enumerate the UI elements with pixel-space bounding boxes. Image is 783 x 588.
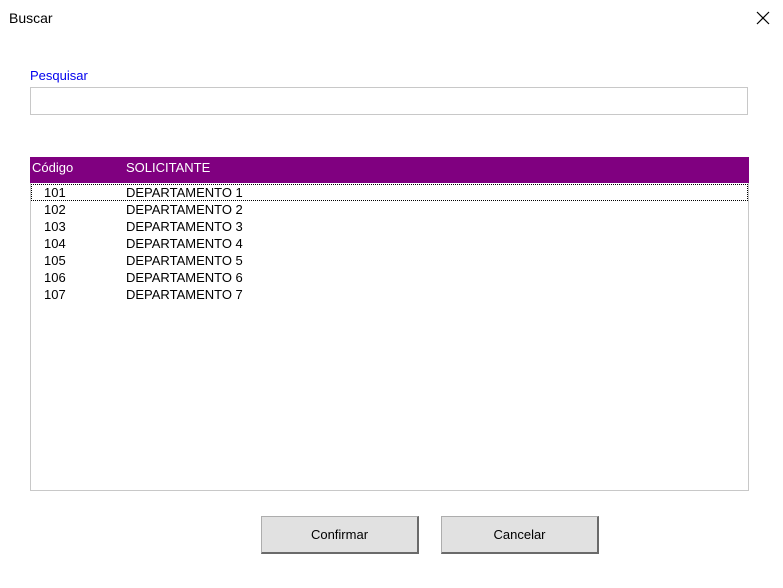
list-item-code: 101 xyxy=(44,185,66,200)
list-item-requester: DEPARTAMENTO 4 xyxy=(126,236,243,251)
list-item-code: 107 xyxy=(44,287,66,302)
list-item-requester: DEPARTAMENTO 1 xyxy=(126,185,243,200)
search-input[interactable] xyxy=(30,87,748,115)
list-item[interactable]: 105 DEPARTAMENTO 5 xyxy=(31,252,748,269)
list-item-requester: DEPARTAMENTO 2 xyxy=(126,202,243,217)
results-list[interactable]: 101 DEPARTAMENTO 1 102 DEPARTAMENTO 2 10… xyxy=(30,183,749,491)
list-item[interactable]: 107 DEPARTAMENTO 7 xyxy=(31,286,748,303)
list-item-requester: DEPARTAMENTO 6 xyxy=(126,270,243,285)
window-title: Buscar xyxy=(9,10,53,26)
list-item[interactable]: 104 DEPARTAMENTO 4 xyxy=(31,235,748,252)
confirm-button[interactable]: Confirmar xyxy=(261,516,419,554)
list-item-requester: DEPARTAMENTO 5 xyxy=(126,253,243,268)
list-item-code: 103 xyxy=(44,219,66,234)
cancel-button[interactable]: Cancelar xyxy=(441,516,599,554)
close-icon xyxy=(756,11,770,25)
column-header-code: Código xyxy=(32,160,74,175)
close-button[interactable] xyxy=(746,4,780,32)
list-item-requester: DEPARTAMENTO 3 xyxy=(126,219,243,234)
list-item-code: 106 xyxy=(44,270,66,285)
list-item[interactable]: 106 DEPARTAMENTO 6 xyxy=(31,269,748,286)
list-header: Código SOLICITANTE xyxy=(30,157,749,183)
title-bar: Buscar xyxy=(0,0,783,38)
list-item[interactable]: 101 DEPARTAMENTO 1 xyxy=(31,184,748,201)
search-label: Pesquisar xyxy=(30,68,88,83)
list-item-code: 102 xyxy=(44,202,66,217)
list-item-code: 105 xyxy=(44,253,66,268)
list-item-requester: DEPARTAMENTO 7 xyxy=(126,287,243,302)
list-item[interactable]: 103 DEPARTAMENTO 3 xyxy=(31,218,748,235)
column-header-requester: SOLICITANTE xyxy=(126,160,211,175)
list-item-code: 104 xyxy=(44,236,66,251)
list-item[interactable]: 102 DEPARTAMENTO 2 xyxy=(31,201,748,218)
